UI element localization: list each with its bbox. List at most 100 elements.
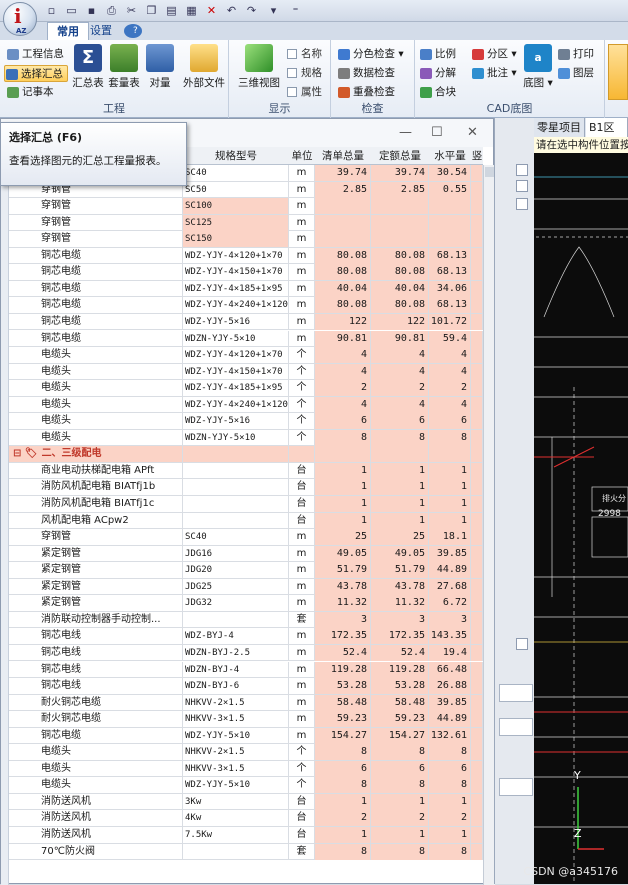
- panel-dropdown[interactable]: [499, 718, 533, 736]
- print-button[interactable]: 打印: [557, 46, 594, 63]
- format-icon[interactable]: ▦: [184, 3, 199, 18]
- delete-icon[interactable]: ✕: [204, 3, 219, 18]
- table-row[interactable]: 穿钢管 SC40 m 25 25 18.1: [9, 529, 483, 546]
- data-check-button[interactable]: 数据检查: [337, 65, 395, 82]
- qat-customize-button[interactable]: ⁼: [288, 3, 303, 18]
- compare-button[interactable]: 对量: [140, 44, 180, 90]
- table-row[interactable]: 铜芯电缆 WDZ-YJY-4×120+1×70 m 80.08 80.08 68.13: [9, 247, 483, 265]
- paste-icon[interactable]: ▤: [164, 3, 179, 18]
- undo-icon[interactable]: ↶: [224, 3, 239, 18]
- open-folder-icon[interactable]: ▭: [64, 3, 79, 18]
- table-row[interactable]: 电缆头 WDZ-YJY-4×185+1×95 个 2 2 2: [9, 380, 483, 397]
- table-row[interactable]: 消防送风机 4Kw 台 2 2 2: [9, 810, 483, 827]
- header-spec[interactable]: 规格型号: [183, 147, 289, 165]
- zone-button[interactable]: 分区 ▾: [471, 46, 517, 63]
- table-row[interactable]: 电缆头 WDZ-YJY-4×150+1×70 个 4 4 4: [9, 363, 483, 381]
- save-icon[interactable]: ▪: [84, 3, 99, 18]
- tab-settings[interactable]: 设置: [81, 22, 121, 40]
- table-row[interactable]: 铜芯电缆 WDZ-YJY-5×10 m 154.27 154.27 132.61: [9, 727, 483, 745]
- header-quota-total[interactable]: 定额总量: [371, 147, 429, 165]
- table-row[interactable]: 商业电动扶梯配电箱 APft 台 1 1 1: [9, 462, 483, 480]
- group-row[interactable]: ⊟ 🏷 二、三级配电: [9, 446, 483, 463]
- table-row[interactable]: 70℃防火阀套 8 8 8: [9, 843, 483, 861]
- table-row[interactable]: 消防风机配电箱 BIATfj1c 台 1 1 1: [9, 496, 483, 513]
- tab-b1-garage[interactable]: B1区地库: [586, 118, 628, 153]
- table-row[interactable]: 电缆头 NHKVV-2×1.5 个 8 8 8: [9, 744, 483, 761]
- panel-dropdown[interactable]: [499, 778, 533, 796]
- panel-checkbox[interactable]: [516, 638, 528, 650]
- notepad-button[interactable]: 记事本: [6, 84, 54, 101]
- annotate-button[interactable]: 批注 ▾: [471, 65, 517, 82]
- table-row[interactable]: 消防联动控制器手动控制... 套 3 3 3: [9, 611, 483, 629]
- layer-button[interactable]: 图层: [557, 65, 594, 82]
- table-row[interactable]: 风机配电箱 ACpw2 台 1 1 1: [9, 512, 483, 530]
- table-row[interactable]: 铜芯电缆 WDZN-YJY-5×10 m 90.81 90.81 59.4: [9, 330, 483, 348]
- spec-checkbox[interactable]: 规格: [285, 65, 322, 82]
- table-row[interactable]: 电缆头 WDZ-YJY-5×10 个 8 8 8: [9, 777, 483, 794]
- scale-button[interactable]: 比例: [419, 46, 456, 63]
- table-row[interactable]: 铜芯电线 WDZN-BYJ-4 m 119.28 119.28 66.48: [9, 661, 483, 679]
- decompose-button[interactable]: 分解: [419, 65, 456, 82]
- project-info-button[interactable]: 工程信息: [6, 46, 64, 63]
- attr-checkbox[interactable]: 属性: [285, 84, 322, 101]
- cell-quota-total: 1: [371, 496, 429, 512]
- select-summary-button[interactable]: 选择汇总: [4, 65, 68, 82]
- table-row[interactable]: 铜芯电缆 WDZ-YJY-5×16 m 122 122 101.72: [9, 313, 483, 331]
- panel-checkbox[interactable]: [516, 164, 528, 176]
- copy-icon[interactable]: ❐: [144, 3, 159, 18]
- cad-canvas[interactable]: 2998 排火分 Y Z: [534, 137, 628, 884]
- print-icon[interactable]: ⎙: [104, 3, 119, 18]
- view-3d-button[interactable]: 三维视图: [235, 44, 283, 90]
- table-row[interactable]: 铜芯电线 WDZN-BYJ-6 m 53.28 53.28 26.88: [9, 678, 483, 695]
- summary-table-button[interactable]: Σ 汇总表: [68, 44, 108, 90]
- ribbon-overflow-button[interactable]: [608, 44, 628, 100]
- color-check-button[interactable]: 分色检查 ▾: [337, 46, 404, 63]
- maximize-icon[interactable]: ☐: [431, 125, 443, 140]
- panel-dropdown[interactable]: [499, 684, 533, 702]
- header-vertical[interactable]: 竖: [471, 147, 483, 165]
- table-row[interactable]: 电缆头 WDZ-YJY-4×120+1×70 个 4 4 4: [9, 347, 483, 364]
- drawing-button[interactable]: a 底图 ▾: [521, 44, 555, 90]
- table-row[interactable]: 消防送风机 7.5Kw 台 1 1 1: [9, 827, 483, 844]
- table-row[interactable]: 铜芯电缆 WDZ-YJY-4×240+1×120 m 80.08 80.08 68.13: [9, 297, 483, 314]
- table-row[interactable]: 铜芯电线 WDZN-BYJ-2.5 m 52.4 52.4 19.4: [9, 644, 483, 662]
- redo-dropdown-icon[interactable]: ▾: [266, 3, 281, 18]
- table-row[interactable]: 穿钢管 SC100 m: [9, 198, 483, 215]
- header-horizontal[interactable]: 水平量: [429, 147, 471, 165]
- table-row[interactable]: 电缆头 WDZN-YJY-5×10 个 8 8 8: [9, 429, 483, 447]
- set-table-button[interactable]: 套量表: [104, 44, 144, 90]
- table-row[interactable]: 电缆头 NHKVV-3×1.5 个 6 6 6: [9, 760, 483, 778]
- table-row[interactable]: 铜芯电线 WDZ-BYJ-4 m 172.35 172.35 143.35: [9, 628, 483, 645]
- table-row[interactable]: 铜芯电缆 WDZ-YJY-4×185+1×95 m 40.04 40.04 34.06: [9, 280, 483, 298]
- app-logo[interactable]: i AZ: [0, 0, 40, 42]
- merge-button[interactable]: 合块: [419, 84, 456, 101]
- header-list-total[interactable]: 清单总量: [315, 147, 371, 165]
- help-icon[interactable]: ?: [124, 24, 142, 38]
- table-row[interactable]: 穿钢管 SC125 m: [9, 214, 483, 232]
- table-row[interactable]: 电缆头 WDZ-YJY-5×16 个 6 6 6: [9, 413, 483, 430]
- cut-icon[interactable]: ✂: [124, 3, 139, 18]
- header-unit[interactable]: 单位: [289, 147, 315, 165]
- tab-misc-items[interactable]: 零星项目: [534, 118, 585, 137]
- external-file-button[interactable]: 外部文件: [180, 44, 228, 90]
- name-checkbox[interactable]: 名称: [285, 46, 322, 63]
- table-row[interactable]: 穿钢管 SC150 m: [9, 231, 483, 248]
- table-row[interactable]: 消防送风机 3Kw 台 1 1 1: [9, 793, 483, 811]
- table-row[interactable]: 紧定钢管 JDG16 m 49.05 49.05 39.85: [9, 545, 483, 563]
- minimize-icon[interactable]: —: [399, 125, 412, 140]
- table-row[interactable]: 紧定钢管 JDG25 m 43.78 43.78 27.68: [9, 578, 483, 596]
- panel-checkbox[interactable]: [516, 180, 528, 192]
- table-row[interactable]: 紧定钢管 JDG20 m 51.79 51.79 44.89: [9, 562, 483, 579]
- new-file-icon[interactable]: ▫: [44, 3, 59, 18]
- table-row[interactable]: 消防风机配电箱 BIATfj1b 台 1 1 1: [9, 479, 483, 496]
- overlap-check-button[interactable]: 重叠检查: [337, 84, 395, 101]
- table-row[interactable]: 耐火铜芯电缆 NHKVV-3×1.5 m 59.23 59.23 44.89: [9, 711, 483, 728]
- redo-icon[interactable]: ↷: [244, 3, 259, 18]
- table-row[interactable]: 耐火铜芯电缆 NHKVV-2×1.5 m 58.48 58.48 39.85: [9, 694, 483, 712]
- tree-collapse-icon[interactable]: ⊟ 🏷: [13, 448, 38, 459]
- table-row[interactable]: 铜芯电缆 WDZ-YJY-4×150+1×70 m 80.08 80.08 68.13: [9, 264, 483, 281]
- table-row[interactable]: 紧定钢管 JDG32 m 11.32 11.32 6.72: [9, 595, 483, 612]
- table-row[interactable]: 电缆头 WDZ-YJY-4×240+1×120 个 4 4 4: [9, 396, 483, 414]
- close-icon[interactable]: ✕: [467, 125, 478, 140]
- panel-checkbox[interactable]: [516, 198, 528, 210]
